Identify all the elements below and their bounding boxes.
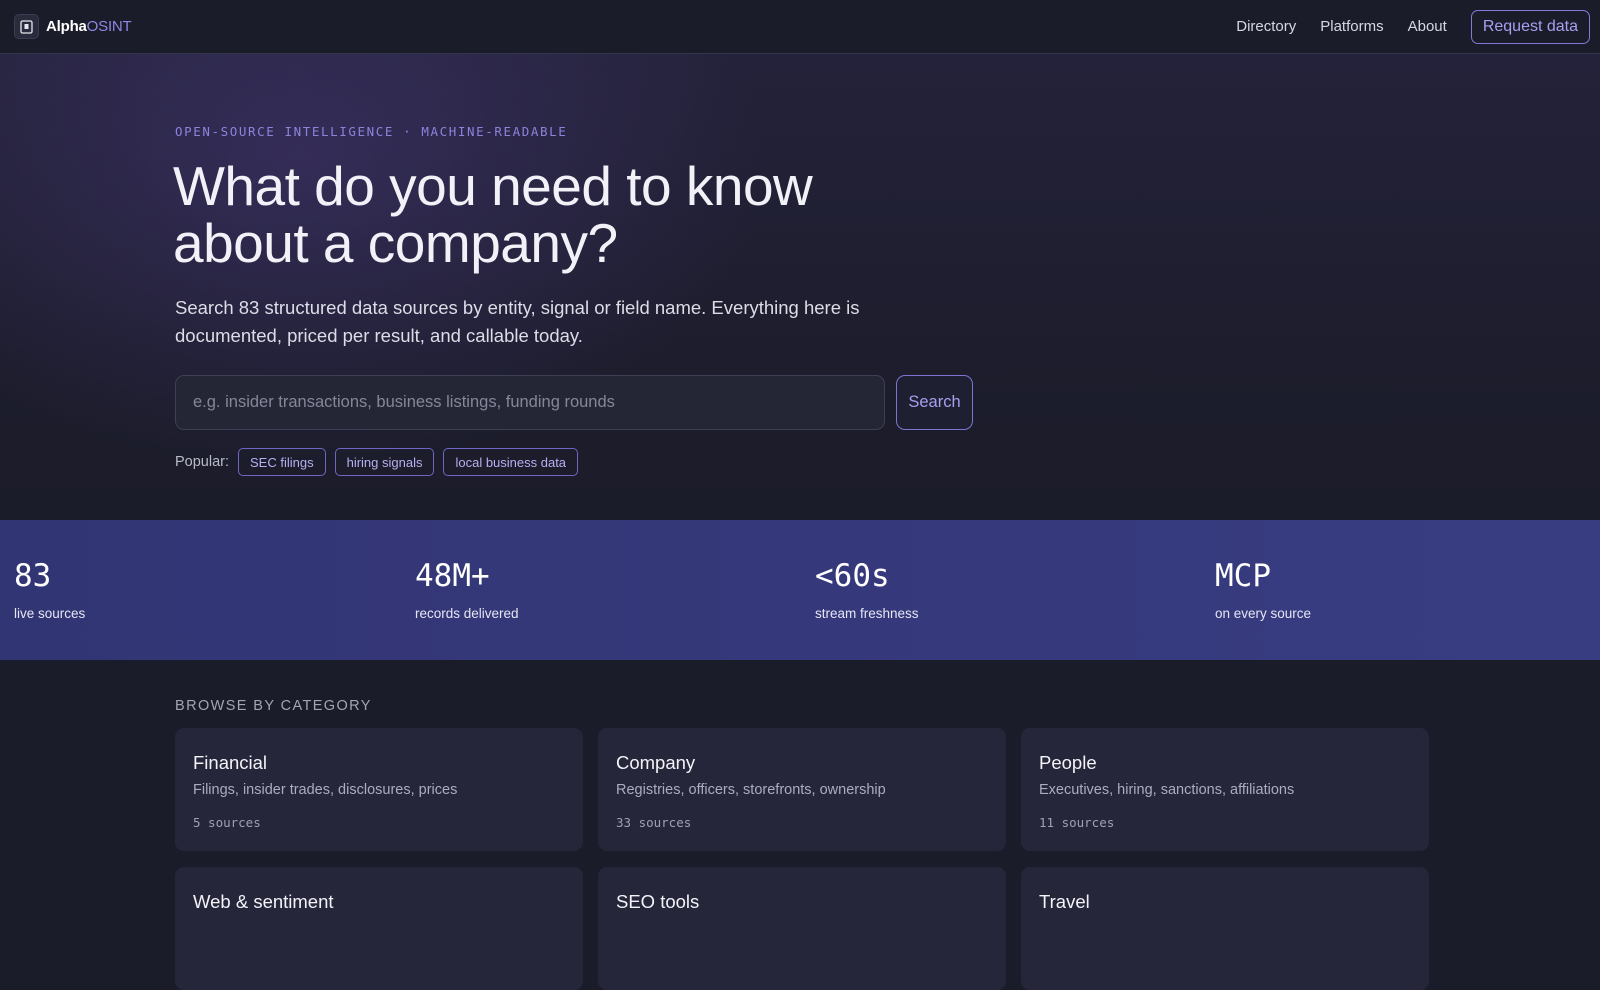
stat-freshness: <60s stream freshness <box>815 556 919 621</box>
category-description: Registries, officers, storefronts, owner… <box>616 782 886 798</box>
category-title: People <box>1039 752 1097 773</box>
stat-label: records delivered <box>415 606 519 621</box>
category-card-financial[interactable]: Financial Filings, insider trades, discl… <box>175 728 583 851</box>
stats-band: 83 live sources 48M+ records delivered <… <box>0 520 1600 660</box>
stat-label: stream freshness <box>815 606 919 621</box>
logo[interactable]: AlphaOSINT <box>14 14 132 39</box>
category-card-company[interactable]: Company Registries, officers, storefront… <box>598 728 1006 851</box>
stat-value: MCP <box>1215 558 1271 594</box>
hero-section: OPEN-SOURCE INTELLIGENCE · MACHINE-READA… <box>0 54 1600 520</box>
hero-headline: What do you need to know about a company… <box>173 155 813 274</box>
request-data-button[interactable]: Request data <box>1470 9 1590 44</box>
browse-by-category-heading: BROWSE BY CATEGORY <box>175 698 372 714</box>
category-description: Executives, hiring, sanctions, affiliati… <box>1039 782 1295 798</box>
popular-chip-local-business-data[interactable]: local business data <box>443 448 579 476</box>
category-source-count: 33 sources <box>616 815 692 830</box>
brand-accent: OSINT <box>86 18 132 35</box>
stat-records: 48M+ records delivered <box>415 556 519 621</box>
stat-value: 83 <box>14 558 52 594</box>
stat-mcp: MCP on every source <box>1215 556 1311 621</box>
logo-icon <box>14 14 39 39</box>
search-button[interactable]: Search <box>896 375 973 430</box>
hero-eyebrow: OPEN-SOURCE INTELLIGENCE · MACHINE-READA… <box>175 124 568 139</box>
nav-link-about[interactable]: About <box>1408 18 1447 35</box>
category-card-seo-tools[interactable]: SEO tools <box>598 867 1006 990</box>
stat-value: <60s <box>815 558 890 594</box>
popular-chip-sec-filings[interactable]: SEC filings <box>238 448 326 476</box>
brand-primary: Alpha <box>46 18 87 35</box>
hero-subtitle: Search 83 structured data sources by ent… <box>175 297 860 346</box>
popular-searches: Popular: SEC filings hiring signals loca… <box>175 448 587 476</box>
category-card-web-sentiment[interactable]: Web & sentiment <box>175 867 583 990</box>
category-card-travel[interactable]: Travel <box>1021 867 1429 990</box>
nav-links: Directory Platforms About Request data <box>1236 9 1590 44</box>
category-description: Filings, insider trades, disclosures, pr… <box>193 782 458 798</box>
search-input[interactable] <box>175 375 885 430</box>
category-title: Financial <box>193 752 268 773</box>
stat-value: 48M+ <box>415 558 490 594</box>
brand-name: AlphaOSINT <box>46 18 132 35</box>
popular-chip-hiring-signals[interactable]: hiring signals <box>334 448 435 476</box>
popular-label: Popular: <box>175 454 230 470</box>
nav-link-platforms[interactable]: Platforms <box>1320 18 1383 35</box>
category-title: Company <box>616 752 696 773</box>
category-source-count: 11 sources <box>1039 815 1115 830</box>
stat-label: on every source <box>1215 606 1312 621</box>
category-source-count: 5 sources <box>193 815 261 830</box>
category-card-people[interactable]: People Executives, hiring, sanctions, af… <box>1021 728 1429 851</box>
nav-link-directory[interactable]: Directory <box>1236 18 1296 35</box>
stat-label: live sources <box>14 606 86 621</box>
top-nav: AlphaOSINT Directory Platforms About Req… <box>0 0 1600 54</box>
stat-sources: 83 live sources <box>14 556 85 621</box>
